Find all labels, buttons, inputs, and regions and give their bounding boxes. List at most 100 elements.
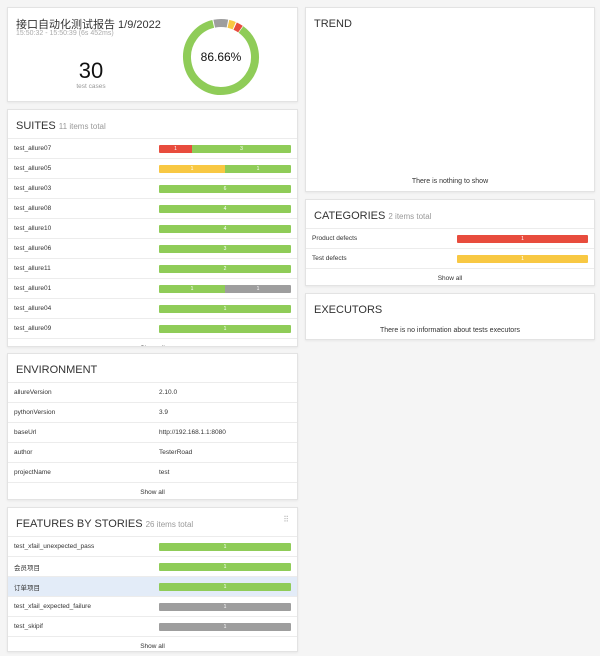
suite-row-name: test_allure10 <box>14 225 52 232</box>
feature-row[interactable]: test_skipif 1 <box>8 616 297 636</box>
suites-count: 11 items total <box>58 122 106 131</box>
drag-handle-icon[interactable]: ⠿ <box>283 515 289 524</box>
passed-segment[interactable]: 2 <box>159 264 291 273</box>
category-row-name: Product defects <box>312 235 358 242</box>
environment-value: TesterRoad <box>159 449 193 456</box>
suite-row[interactable]: test_allure03 6 <box>8 178 297 198</box>
status-bar: 4 <box>159 224 291 233</box>
status-bar: 1 <box>159 304 291 313</box>
status-bar: 1 <box>159 582 291 591</box>
failed-segment[interactable]: 1 <box>159 144 192 153</box>
features-widget: FEATURES BY STORIES 26 items total ⠿ tes… <box>7 507 298 652</box>
passed-segment[interactable]: 1 <box>225 164 291 173</box>
passed-segment[interactable]: 1 <box>159 324 291 333</box>
categories-list: Product defects 1 Test defects 1 <box>306 228 594 268</box>
suite-row[interactable]: test_allure06 3 <box>8 238 297 258</box>
passed-segment[interactable]: 1 <box>159 284 225 293</box>
environment-row: author TesterRoad <box>8 442 297 462</box>
status-bar: 11 <box>159 164 291 173</box>
suite-row-name: test_allure06 <box>14 245 52 252</box>
status-bar: 1 <box>159 622 291 631</box>
broken-segment[interactable]: 1 <box>457 254 588 263</box>
executors-title: EXECUTORS <box>314 304 383 316</box>
categories-title: CATEGORIES <box>314 210 386 222</box>
pass-rate-donut[interactable]: 86.66% <box>180 16 262 98</box>
suites-title: SUITES <box>16 120 56 132</box>
suite-row[interactable]: test_allure01 1 1 <box>8 278 297 298</box>
status-bar: 4 <box>159 204 291 213</box>
suite-row[interactable]: test_allure05 1 1 <box>8 158 297 178</box>
passed-segment[interactable]: 6 <box>159 184 291 193</box>
passed-segment[interactable]: 1 <box>159 542 291 551</box>
environment-value: test <box>159 469 170 476</box>
environment-widget: ENVIRONMENT allureVersion 2.10.0 pythonVer… <box>7 353 298 500</box>
passed-segment[interactable]: 1 <box>159 562 291 571</box>
environment-key: projectName <box>14 469 51 476</box>
report-time-range: 15:50:32 - 15:50:39 (6s 452ms) <box>16 30 114 37</box>
failed-segment[interactable]: 1 <box>457 234 588 243</box>
status-bar: 2 <box>159 264 291 273</box>
feature-row[interactable]: 订单项目 1 <box>8 576 297 596</box>
categories-count: 2 items total <box>388 212 432 221</box>
skipped-segment[interactable]: 1 <box>225 284 291 293</box>
status-bar: 1 <box>159 542 291 551</box>
passed-segment[interactable]: 4 <box>159 204 291 213</box>
trend-title: TREND <box>314 18 352 30</box>
passed-segment[interactable]: 3 <box>192 144 291 153</box>
features-title: FEATURES BY STORIES <box>16 518 143 530</box>
suite-row[interactable]: test_allure08 4 <box>8 198 297 218</box>
trend-widget: TREND There is nothing to show <box>305 7 595 192</box>
environment-row: projectName test <box>8 462 297 482</box>
environment-value: 3.9 <box>159 409 169 416</box>
suite-row[interactable]: test_allure11 2 <box>8 258 297 278</box>
categories-show-all-link[interactable]: Show all <box>306 268 594 288</box>
passed-segment[interactable]: 4 <box>159 224 291 233</box>
passed-segment[interactable]: 1 <box>159 304 291 313</box>
skipped-segment[interactable]: 1 <box>159 622 291 631</box>
environment-key: baseUrl <box>14 429 37 436</box>
suite-row-name: test_allure11 <box>14 265 51 272</box>
features-count: 26 items total <box>145 520 194 529</box>
environment-title: ENVIRONMENT <box>16 364 98 376</box>
executors-widget: EXECUTORS There is no information about … <box>305 293 595 340</box>
suites-list: test_allure07 1 3 test_allure05 1 1 test_allur… <box>8 138 297 338</box>
suite-row[interactable]: test_allure10 4 <box>8 218 297 238</box>
broken-segment[interactable]: 1 <box>159 164 225 173</box>
feature-row[interactable]: 会员项目 1 <box>8 556 297 576</box>
status-bar: 11 <box>159 284 291 293</box>
suite-row-name: test_allure05 <box>14 165 52 172</box>
suite-row-name: test_allure03 <box>14 185 52 192</box>
passed-segment[interactable]: 1 <box>159 582 291 591</box>
suite-row-name: test_allure09 <box>14 325 52 332</box>
suite-row-name: test_allure07 <box>14 145 52 152</box>
suites-show-all-link[interactable]: Show all <box>8 338 297 346</box>
environment-key: author <box>14 449 33 456</box>
passed-segment[interactable]: 3 <box>159 244 291 253</box>
test-count: 30 <box>78 58 104 83</box>
suite-row[interactable]: test_allure04 1 <box>8 298 297 318</box>
suite-row[interactable]: test_allure07 1 3 <box>8 138 297 158</box>
status-bar: 13 <box>159 144 291 153</box>
environment-value: http://192.168.1.1:8080 <box>159 429 226 436</box>
category-row-name: Test defects <box>312 255 347 262</box>
status-bar: 6 <box>159 184 291 193</box>
skipped-segment[interactable]: 1 <box>159 602 291 611</box>
suite-row[interactable]: test_allure09 1 <box>8 318 297 338</box>
feature-row[interactable]: test_xfail_unexpected_pass 1 <box>8 536 297 556</box>
executors-empty-message: There is no information about tests exec… <box>379 327 521 334</box>
status-bar: 1 <box>159 602 291 611</box>
environment-row: pythonVersion 3.9 <box>8 402 297 422</box>
summary-widget: 接口自动化测试报告 1/9/2022 15:50:32 - 15:50:39 (… <box>7 7 298 102</box>
trend-empty-message: There is nothing to show <box>411 178 489 185</box>
environment-row: baseUrl http://192.168.1.1:8080 <box>8 422 297 442</box>
category-row[interactable]: Test defects 1 <box>306 248 594 268</box>
features-show-all-link[interactable]: Show all <box>8 636 297 656</box>
category-row[interactable]: Product defects 1 <box>306 228 594 248</box>
feature-row-name: test_skipif <box>14 623 43 630</box>
feature-row[interactable]: test_xfail_expected_failure 1 <box>8 596 297 616</box>
test-count-label: test cases <box>76 83 106 90</box>
status-bar: 1 <box>159 324 291 333</box>
status-bar: 1 <box>457 234 588 243</box>
environment-list: allureVersion 2.10.0 pythonVersion 3.9 baseU… <box>8 382 297 482</box>
environment-show-all-link[interactable]: Show all <box>8 482 297 502</box>
